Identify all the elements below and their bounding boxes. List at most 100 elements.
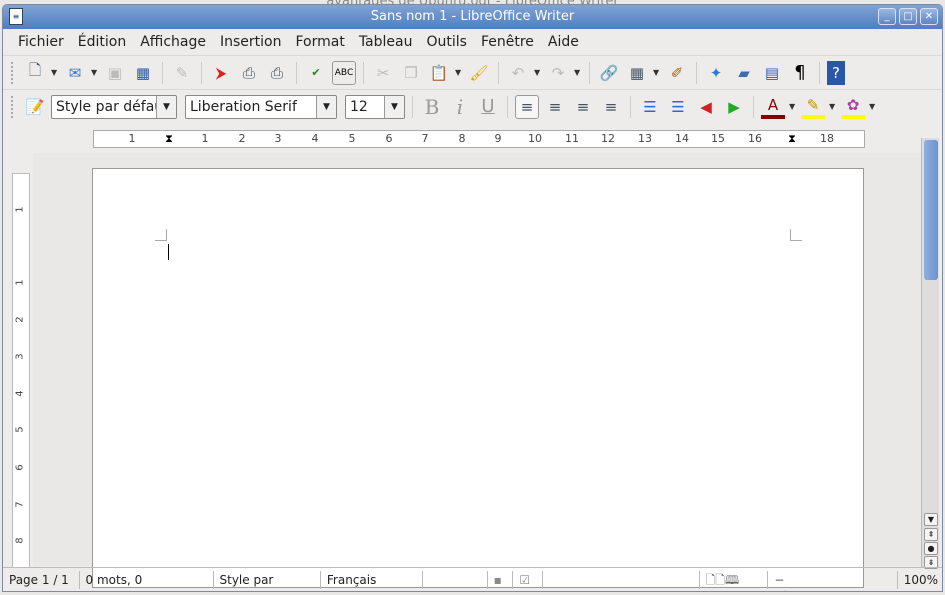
font-color-icon[interactable]: A (761, 95, 785, 119)
align-center-button[interactable]: ≡ (543, 95, 567, 119)
hyperlink-icon[interactable]: 🔗 (597, 61, 621, 85)
chevron-down-icon[interactable]: ▼ (316, 95, 336, 118)
export-icon[interactable]: ▦ (131, 61, 155, 85)
paragraph-style-combo[interactable]: Style par défau ▼ (51, 94, 177, 119)
ruler-label: 1 (14, 279, 26, 286)
undo-dropdown[interactable]: ▼ (534, 68, 542, 77)
new-dropdown[interactable]: ▼ (51, 68, 59, 77)
toolbar-grip[interactable] (11, 95, 15, 118)
selection-mode-icon[interactable]: ☑ (513, 570, 543, 589)
menu-fenetre[interactable]: Fenêtre (474, 34, 541, 50)
ruler-label: 7 (421, 132, 429, 145)
background-color-icon[interactable]: ✿ (841, 95, 865, 119)
background-color-dropdown[interactable]: ▼ (869, 102, 877, 111)
highlight-dropdown[interactable]: ▼ (829, 102, 837, 111)
vertical-scrollbar[interactable]: ▼ ⇞ ● ⇟ (921, 138, 939, 569)
menu-edition[interactable]: Édition (71, 34, 133, 50)
save-icon[interactable]: ▣ (103, 61, 127, 85)
spellcheck-icon[interactable]: ✔ (304, 61, 328, 85)
left-indent-marker[interactable]: ⧗ (165, 132, 173, 146)
datasources-icon[interactable]: ▤ (760, 61, 784, 85)
ruler-label: 1 (14, 206, 26, 213)
menu-affichage[interactable]: Affichage (133, 34, 213, 50)
ruler-label: 1 (201, 132, 209, 145)
menu-aide[interactable]: Aide (541, 34, 586, 50)
ruler-label: 8 (14, 537, 26, 544)
ruler-label: 1 (128, 132, 136, 145)
status-bar: Page 1 / 1 0 mots, 0 caractères Style pa… (3, 567, 942, 591)
font-name-combo[interactable]: Liberation Serif ▼ (185, 94, 337, 119)
bullets-icon[interactable]: ☰ (666, 95, 690, 119)
menu-tableau[interactable]: Tableau (352, 34, 420, 50)
menu-format[interactable]: Format (288, 34, 351, 50)
new-icon[interactable]: 🗋 (23, 61, 47, 85)
document-page[interactable] (92, 168, 864, 588)
email-icon[interactable]: ✉ (63, 61, 87, 85)
autospellcheck-icon[interactable]: ABC (332, 60, 356, 85)
email-dropdown[interactable]: ▼ (91, 68, 99, 77)
font-color-dropdown[interactable]: ▼ (789, 102, 797, 111)
scrollbar-thumb[interactable] (924, 140, 938, 280)
insert-mode-icon[interactable]: ▪ (488, 570, 514, 589)
navigation-button[interactable]: ● (924, 542, 938, 555)
underline-button[interactable]: U (476, 95, 500, 119)
highlight-icon[interactable]: ✎ (801, 95, 825, 119)
menu-outils[interactable]: Outils (419, 34, 473, 50)
horizontal-ruler[interactable]: 1 ⧗ 1 2 3 4 5 6 7 8 9 10 11 12 13 14 15 … (93, 130, 865, 148)
zoom-slider[interactable]: − ─┼──────○───── + (768, 570, 898, 591)
help-icon[interactable]: ? (827, 60, 845, 85)
table-icon[interactable]: ▦ (625, 61, 649, 85)
cut-icon[interactable]: ✂ (371, 61, 395, 85)
ruler-label: 12 (601, 132, 615, 145)
word-count[interactable]: 0 mots, 0 caractères (80, 570, 214, 591)
zoom-level[interactable]: 100% (898, 571, 942, 589)
redo-icon[interactable]: ↷ (546, 61, 570, 85)
clone-format-icon[interactable]: 🖌 (467, 61, 491, 85)
vertical-ruler[interactable]: 1 1 2 3 4 5 6 7 8 (12, 173, 30, 568)
font-size-combo[interactable]: 12 ▼ (345, 94, 405, 119)
print-preview-icon[interactable]: ⎙ (265, 61, 289, 85)
right-indent-marker[interactable]: ⧗ (788, 132, 796, 146)
redo-dropdown[interactable]: ▼ (574, 68, 582, 77)
numbering-icon[interactable]: ☰ (638, 95, 662, 119)
justify-button[interactable]: ≡ (599, 95, 623, 119)
chevron-down-icon[interactable]: ▼ (156, 95, 176, 118)
ruler-label: 6 (14, 464, 26, 471)
language[interactable]: Français (France) (321, 570, 423, 591)
menu-insertion[interactable]: Insertion (213, 34, 288, 50)
align-right-button[interactable]: ≡ (571, 95, 595, 119)
edit-file-icon[interactable]: ✎ (170, 61, 194, 85)
gallery-icon[interactable]: ▰ (732, 61, 756, 85)
italic-button[interactable]: i (448, 95, 472, 119)
ruler-label: 15 (711, 132, 725, 145)
table-dropdown[interactable]: ▼ (653, 68, 661, 77)
paste-icon[interactable]: 📋 (427, 61, 451, 85)
toolbar-grip[interactable] (11, 61, 15, 84)
maximize-button[interactable]: □ (899, 8, 917, 25)
menu-fichier[interactable]: Fichier (11, 34, 71, 50)
print-icon[interactable]: ⎙ (237, 61, 261, 85)
paste-dropdown[interactable]: ▼ (455, 68, 463, 77)
bold-button[interactable]: B (420, 95, 444, 119)
align-left-button[interactable]: ≡ (515, 94, 539, 119)
close-button[interactable]: ✕ (920, 8, 938, 25)
scroll-down-button[interactable]: ▼ (924, 513, 938, 526)
styles-formatting-icon[interactable]: 📝 (23, 95, 47, 119)
copy-icon[interactable]: ❐ (399, 61, 423, 85)
minimize-button[interactable]: _ (878, 8, 896, 25)
export-pdf-icon[interactable]: ⮞ (209, 61, 233, 85)
formatting-marks-icon[interactable]: ¶ (788, 61, 812, 85)
ruler-label: 11 (565, 132, 579, 145)
draw-icon[interactable]: ✐ (665, 61, 689, 85)
undo-icon[interactable]: ↶ (506, 61, 530, 85)
navigator-icon[interactable]: ✦ (704, 61, 728, 85)
page-style[interactable]: Style par défaut (214, 570, 321, 591)
ruler-label: 2 (238, 132, 246, 145)
decrease-indent-icon[interactable]: ◀ (694, 95, 718, 119)
ruler-label: 3 (14, 353, 26, 360)
page-indicator[interactable]: Page 1 / 1 (3, 570, 80, 589)
chevron-down-icon[interactable]: ▼ (384, 95, 404, 118)
previous-page-button[interactable]: ⇞ (924, 528, 938, 541)
view-layout-icons[interactable]: 🗋🗋🕮 (700, 570, 769, 589)
increase-indent-icon[interactable]: ▶ (722, 95, 746, 119)
